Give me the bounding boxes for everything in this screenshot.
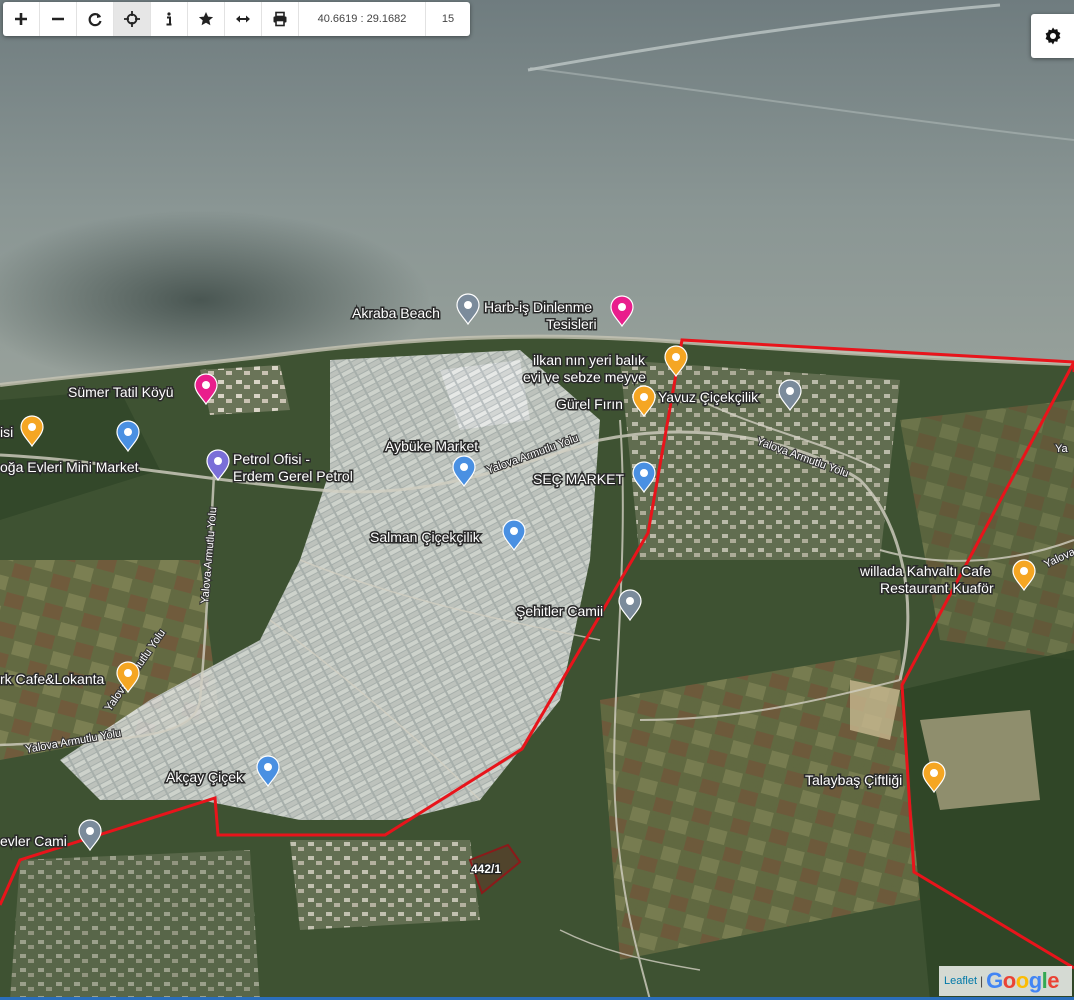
village [290,840,480,930]
map-toolbar: 40.6619 : 29.1682 15 [3,2,470,36]
gear-icon [1045,27,1060,45]
favorite-button[interactable] [188,2,225,36]
poi-label-petrol-ofisi-2[interactable]: Erdem Gerel Petrol [232,467,355,486]
zoom-out-icon [52,17,64,21]
poi-label-oga-market[interactable]: oğa Evleri Mini Market [0,458,140,477]
poi-label-harbis[interactable]: Harb-iş Dinlenme [483,298,594,317]
star-icon [198,12,214,26]
print-icon [273,11,287,27]
poi-label-sumer[interactable]: Sümer Tatil Köyü [67,383,176,402]
crosshair-icon [124,11,140,27]
parcel-label: 442/1 [471,862,501,876]
locate-button[interactable] [114,2,151,36]
poi-label-ilkan[interactable]: ilkan nın yeri balık [532,351,648,370]
village [10,850,260,1000]
info-button[interactable] [151,2,188,36]
map-attribution: Leaflet | Google [939,966,1072,996]
print-button[interactable] [262,2,299,36]
road-label: Ya [1055,443,1069,455]
poi-label-willada-2[interactable]: Restaurant Kuaför [879,579,996,598]
measure-button[interactable] [225,2,262,36]
google-logo: Google [986,968,1060,993]
poi-label-evler-cami[interactable]: evler Cami [0,832,68,851]
poi-label-salman[interactable]: Salman Çiçekçilik [369,528,483,547]
poi-label-willada[interactable]: willada Kahvaltı Cafe [858,562,993,581]
quarry [920,710,1040,810]
leaflet-link[interactable]: Leaflet [944,975,977,987]
forest [900,650,1074,1000]
poi-label-yavuz[interactable]: Yavuz Çiçekçilik [657,388,761,407]
poi-label-sehitler[interactable]: Şehitler Camii [515,602,605,621]
zoom-in-button[interactable] [3,2,40,36]
zoom-level-display: 15 [441,13,455,25]
attribution-separator: | [980,974,984,988]
poi-label-sec-market[interactable]: SEÇ MARKET [532,470,626,489]
refresh-icon [88,13,102,27]
zoom-out-button[interactable] [40,2,77,36]
poi-label-cafe-lokanta[interactable]: rk Cafe&Lokanta [0,670,106,689]
poi-label-ilkan-2[interactable]: evi ve sebze meyve [522,368,648,387]
poi-label-talaybas[interactable]: Talaybaş Çiftliği [804,771,904,790]
settings-button[interactable] [1031,14,1074,58]
info-icon [166,12,172,26]
poi-label-gurel-firin[interactable]: Gürel Fırın [555,395,625,414]
zoom-in-icon [15,13,27,25]
poi-label-akcay[interactable]: Akçay Çiçek [165,768,246,787]
measure-icon [236,15,250,23]
satellite-map[interactable]: 442/1 Yalova Armutlu Yolu Yalova Armutlu… [0,0,1074,1000]
refresh-button[interactable] [77,2,114,36]
poi-label-aybuke[interactable]: Aybüke Market [384,437,480,456]
poi-label-harbis-2[interactable]: Tesisleri [545,315,599,334]
coordinate-display: 40.6619 : 29.1682 [299,2,426,36]
poi-label-akraba-beach[interactable]: Akraba Beach [351,304,442,323]
poi-label-isi[interactable]: isi [0,423,15,442]
poi-label-petrol-ofisi[interactable]: Petrol Ofisi - [232,450,312,469]
